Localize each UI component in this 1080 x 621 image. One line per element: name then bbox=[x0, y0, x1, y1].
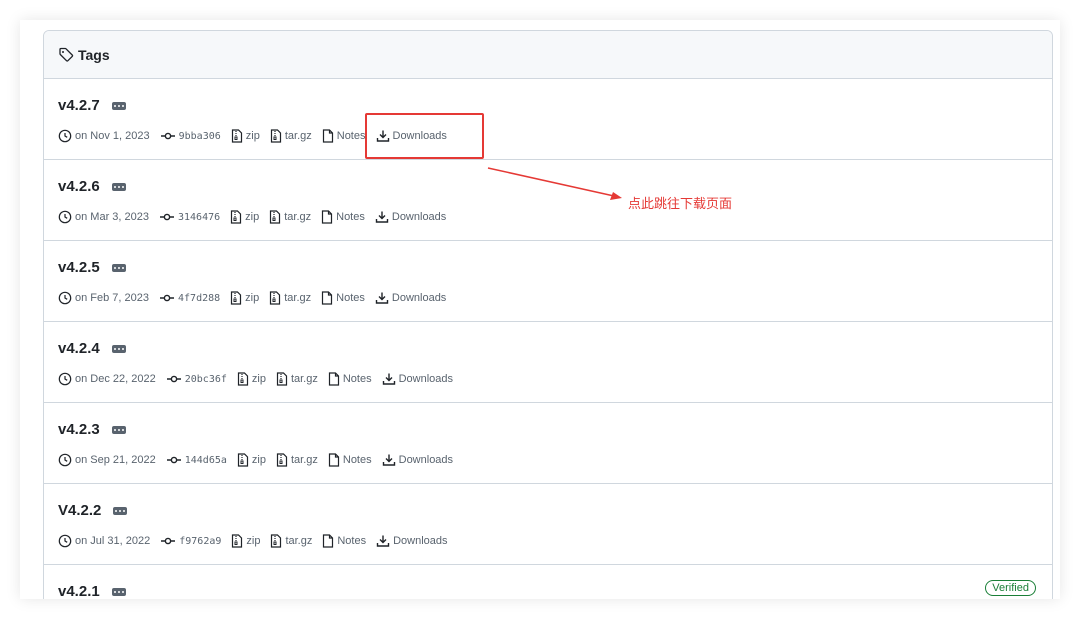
annotation-arrow bbox=[487, 167, 622, 200]
annotation-text: 点此跳往下载页面 bbox=[628, 197, 733, 212]
